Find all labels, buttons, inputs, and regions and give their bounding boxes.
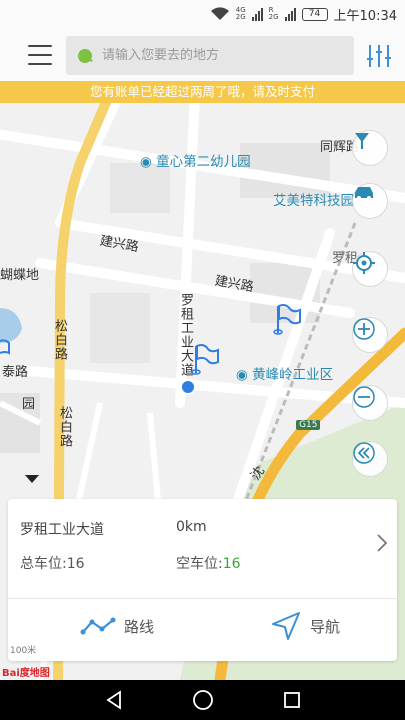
place-label-hudie: 蝴蝶地 [0, 268, 40, 283]
network-type-1: 4G 2G [235, 6, 246, 21]
home-icon[interactable] [192, 689, 214, 711]
navigate-label: 导航 [310, 617, 341, 636]
free-spaces-value: 16 [222, 556, 241, 572]
poi-aimeite[interactable]: 艾美特科技园 [273, 189, 354, 209]
baidu-map-logo: Bai度地图 [2, 668, 50, 679]
wifi-icon [210, 7, 230, 21]
divider [8, 598, 397, 599]
back-icon[interactable] [105, 690, 123, 710]
parking-flag-icon-selected[interactable] [190, 343, 220, 375]
battery-level: 74 [308, 9, 321, 19]
crosshair-icon [353, 252, 375, 274]
poi-tongxin-kindergarten[interactable]: ◉ 童心第二幼儿园 [140, 150, 251, 170]
parking-flag-icon[interactable] [272, 303, 302, 335]
road-label-tai: 泰路 [2, 365, 29, 380]
zoom-in-button[interactable] [352, 317, 388, 353]
poi-label: 黄峰岭工业区 [252, 367, 334, 383]
double-chevron-left-icon [353, 442, 375, 464]
battery-icon: 74 [301, 7, 328, 21]
road-label-songbai: 松白路 [52, 319, 67, 361]
highway-shield-g15: G15 [296, 420, 321, 430]
collapse-panel-button[interactable] [352, 441, 388, 477]
funnel-icon [355, 133, 369, 149]
parking-car-button[interactable] [352, 183, 388, 219]
poi-label: 童心第二幼儿园 [156, 154, 251, 170]
free-spaces-label: 空车位: [176, 556, 223, 572]
search-bar[interactable] [66, 36, 354, 75]
filter-icon[interactable] [366, 44, 392, 68]
parking-info-card[interactable]: 罗租工业大道 0km 总车位:16 空车位:16 路线 导航 [8, 499, 397, 661]
network-type-2: R 2G [268, 6, 279, 21]
poi-label: 艾美特科技园 [273, 193, 354, 209]
free-spaces: 空车位:16 [176, 553, 241, 573]
app-bar [0, 28, 405, 81]
signal-icon-2 [284, 7, 296, 21]
navigate-button[interactable]: 导航 [270, 611, 340, 641]
parking-distance: 0km [176, 519, 207, 535]
route-icon [80, 617, 116, 635]
chevron-right-icon[interactable] [376, 533, 388, 553]
search-input[interactable] [102, 48, 332, 63]
search-icon [78, 48, 92, 63]
recents-icon[interactable] [283, 691, 301, 709]
total-spaces-label: 总车位: [20, 556, 67, 572]
route-button[interactable]: 路线 [80, 611, 154, 641]
navigation-arrow-icon [272, 612, 300, 640]
poi-huangfengling[interactable]: ◉ 黄峰岭工业区 [236, 363, 333, 383]
parking-flag-icon-edge[interactable] [0, 337, 10, 361]
locate-button[interactable] [352, 251, 388, 287]
minus-icon [353, 386, 375, 408]
car-icon [355, 187, 373, 200]
total-spaces: 总车位:16 [20, 553, 85, 573]
status-bar: 4G 2G R 2G 74 上午10:34 [0, 0, 405, 28]
place-label-yuan: 园 [22, 397, 36, 412]
zoom-out-button[interactable] [352, 385, 388, 421]
triangle-down-icon[interactable] [25, 475, 39, 483]
current-location-marker [180, 379, 196, 395]
map-scale: 100米 [10, 646, 37, 656]
plus-icon [353, 318, 375, 340]
signal-icon [251, 7, 263, 21]
menu-icon[interactable] [28, 43, 52, 67]
system-nav-bar [0, 680, 405, 720]
traffic-light-button[interactable] [352, 130, 388, 166]
parking-name: 罗租工业大道 [20, 522, 104, 538]
total-spaces-value: 16 [66, 556, 85, 572]
clock: 上午10:34 [333, 8, 397, 24]
route-label: 路线 [124, 617, 155, 636]
road-label-songbai-2: 松白路 [57, 406, 72, 448]
payment-notice-banner[interactable]: 您有账单已经超过两周了哦，请及时支付 [0, 81, 405, 103]
